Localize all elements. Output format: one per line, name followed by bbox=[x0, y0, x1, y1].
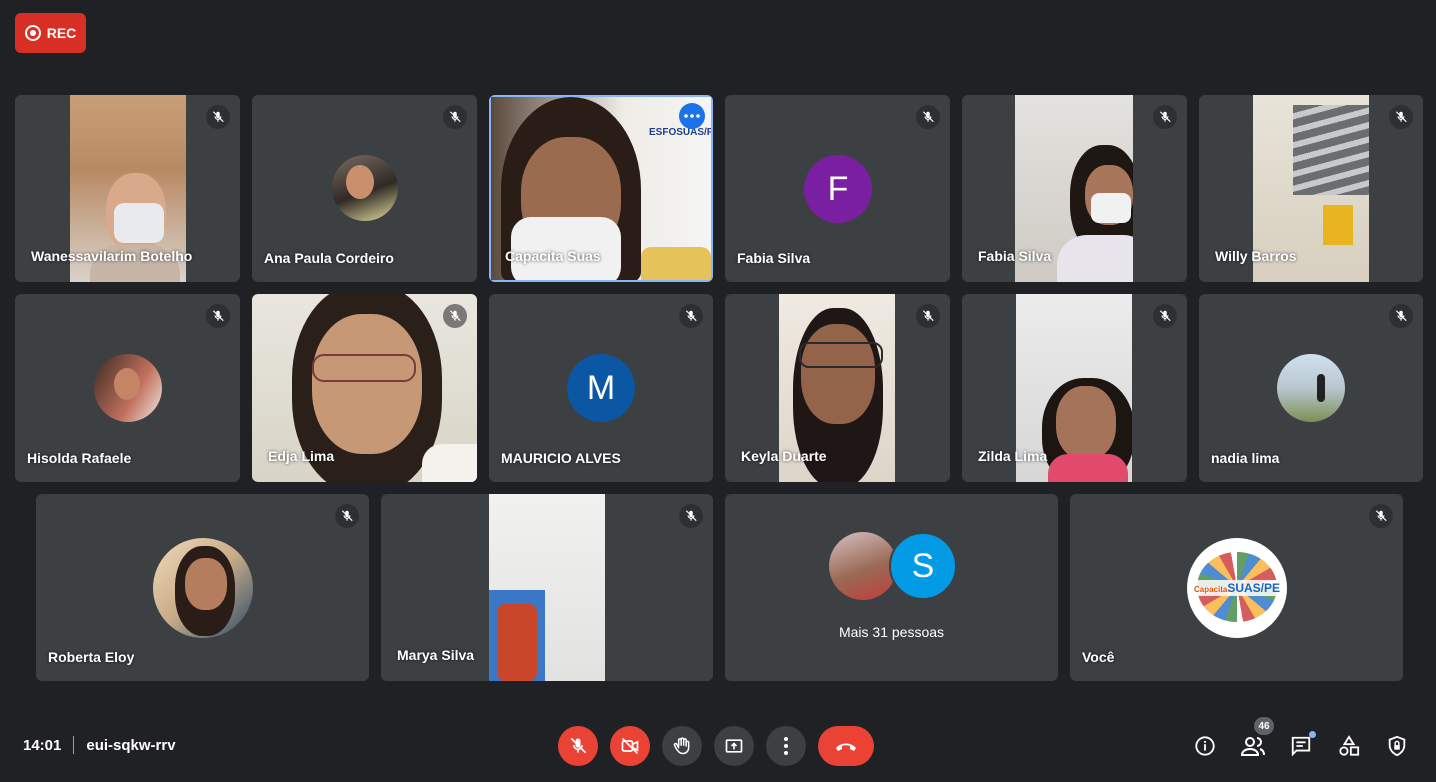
participant-name: Zilda Lima bbox=[978, 448, 1048, 464]
participant-tile[interactable]: Fabia Silva bbox=[962, 95, 1187, 282]
participant-name: Willy Barros bbox=[1215, 248, 1297, 264]
meeting-code[interactable]: eui-sqkw-rrv bbox=[86, 737, 175, 754]
participant-tile[interactable]: M MAURICIO ALVES bbox=[489, 294, 713, 482]
participant-tile[interactable]: Marya Silva bbox=[381, 494, 713, 681]
logo-prefix: Capacita bbox=[1193, 585, 1228, 594]
participant-tile[interactable]: Zilda Lima bbox=[962, 294, 1187, 482]
participant-tile[interactable]: Hisolda Rafaele bbox=[15, 294, 240, 482]
notification-dot bbox=[1309, 731, 1316, 738]
mic-off-icon bbox=[679, 304, 703, 328]
meeting-info: 14:01 eui-sqkw-rrv bbox=[23, 736, 176, 754]
banner-text: ESFOSUAS/PE bbox=[649, 127, 711, 138]
logo-text: SUAS/PE bbox=[1227, 581, 1281, 595]
mic-off-icon bbox=[679, 504, 703, 528]
participant-avatar bbox=[1277, 354, 1345, 422]
camera-off-icon bbox=[621, 737, 639, 755]
chat-button[interactable] bbox=[1289, 731, 1316, 758]
participant-avatar-initial: S bbox=[889, 532, 957, 600]
camera-off-button[interactable] bbox=[610, 726, 650, 766]
leave-call-button[interactable] bbox=[818, 726, 874, 766]
participant-name: Edja Lima bbox=[268, 448, 335, 464]
meeting-details-button[interactable] bbox=[1193, 734, 1217, 758]
participant-video bbox=[489, 494, 605, 681]
more-participants-label: Mais 31 pessoas bbox=[838, 624, 945, 640]
participant-tile[interactable]: F Fabia Silva bbox=[725, 95, 950, 282]
participant-name: Roberta Eloy bbox=[48, 649, 135, 665]
mic-off-icon bbox=[916, 105, 940, 129]
mic-off-icon bbox=[443, 105, 467, 129]
participant-avatar bbox=[332, 155, 398, 221]
shield-lock-icon bbox=[1388, 735, 1406, 757]
mic-off-icon bbox=[206, 304, 230, 328]
mic-off-icon bbox=[443, 304, 467, 328]
more-participants-tile[interactable]: S Mais 31 pessoas bbox=[725, 494, 1058, 681]
participant-tile[interactable]: Keyla Duarte bbox=[725, 294, 950, 482]
participant-name: MAURICIO ALVES bbox=[501, 450, 621, 466]
raise-hand-button[interactable] bbox=[662, 726, 702, 766]
participant-count-badge: 46 bbox=[1254, 717, 1274, 735]
participant-tile[interactable]: Wanessavilarim Botelho bbox=[15, 95, 240, 282]
mic-off-icon bbox=[206, 105, 230, 129]
more-vert-icon bbox=[784, 737, 788, 755]
activities-button[interactable] bbox=[1337, 734, 1361, 758]
capacita-suas-logo: Capacita SUAS/PE bbox=[1187, 538, 1287, 638]
mic-off-icon bbox=[335, 504, 359, 528]
participant-tile-active[interactable]: ESFOSUAS/PE Capacita Suas bbox=[489, 95, 713, 282]
participant-name: Capacita Suas bbox=[505, 248, 601, 264]
mic-off-icon bbox=[916, 304, 940, 328]
participant-avatar-initial: F bbox=[804, 155, 872, 223]
participant-avatar bbox=[94, 354, 162, 422]
participant-avatar bbox=[829, 532, 897, 600]
participant-name: Fabia Silva bbox=[737, 250, 811, 266]
hand-icon bbox=[673, 737, 690, 755]
mic-off-icon bbox=[1369, 504, 1393, 528]
more-options-button[interactable] bbox=[766, 726, 806, 766]
participant-avatar bbox=[153, 538, 253, 638]
host-controls-button[interactable] bbox=[1385, 734, 1409, 758]
more-options-icon[interactable] bbox=[679, 103, 705, 129]
info-icon bbox=[1195, 736, 1215, 756]
recording-indicator: REC bbox=[15, 13, 86, 53]
participant-name: Keyla Duarte bbox=[741, 448, 827, 464]
participant-tile[interactable]: nadia lima bbox=[1199, 294, 1423, 482]
participant-tile[interactable]: Willy Barros bbox=[1199, 95, 1423, 282]
participant-tile[interactable]: Edja Lima bbox=[252, 294, 477, 482]
present-button[interactable] bbox=[714, 726, 754, 766]
participant-name: Você bbox=[1082, 649, 1115, 665]
participant-tile[interactable]: Roberta Eloy bbox=[36, 494, 369, 681]
shapes-icon bbox=[1339, 735, 1360, 756]
participant-avatar-initial: M bbox=[567, 354, 635, 422]
people-icon bbox=[1241, 737, 1265, 756]
participant-name: nadia lima bbox=[1211, 450, 1280, 466]
mic-off-icon bbox=[1153, 105, 1177, 129]
chat-icon bbox=[1291, 736, 1311, 757]
mic-off-icon bbox=[570, 737, 587, 754]
present-icon bbox=[725, 739, 743, 753]
participant-name: Ana Paula Cordeiro bbox=[264, 250, 394, 266]
participant-name: Wanessavilarim Botelho bbox=[31, 248, 193, 264]
participant-name: Hisolda Rafaele bbox=[27, 450, 132, 466]
mic-off-button[interactable] bbox=[558, 726, 598, 766]
mic-off-icon bbox=[1153, 304, 1177, 328]
recording-label: REC bbox=[46, 25, 77, 41]
participants-button[interactable] bbox=[1241, 734, 1265, 758]
mic-off-icon bbox=[1389, 105, 1413, 129]
divider bbox=[73, 736, 75, 754]
phone-hangup-icon bbox=[836, 743, 856, 751]
participant-name: Fabia Silva bbox=[978, 248, 1052, 264]
mic-off-icon bbox=[1389, 304, 1413, 328]
participant-name: Marya Silva bbox=[397, 647, 475, 663]
participant-tile[interactable]: Ana Paula Cordeiro bbox=[252, 95, 477, 282]
self-tile[interactable]: Capacita SUAS/PE Você bbox=[1070, 494, 1403, 681]
record-icon bbox=[24, 25, 41, 41]
meeting-time: 14:01 bbox=[23, 736, 62, 754]
